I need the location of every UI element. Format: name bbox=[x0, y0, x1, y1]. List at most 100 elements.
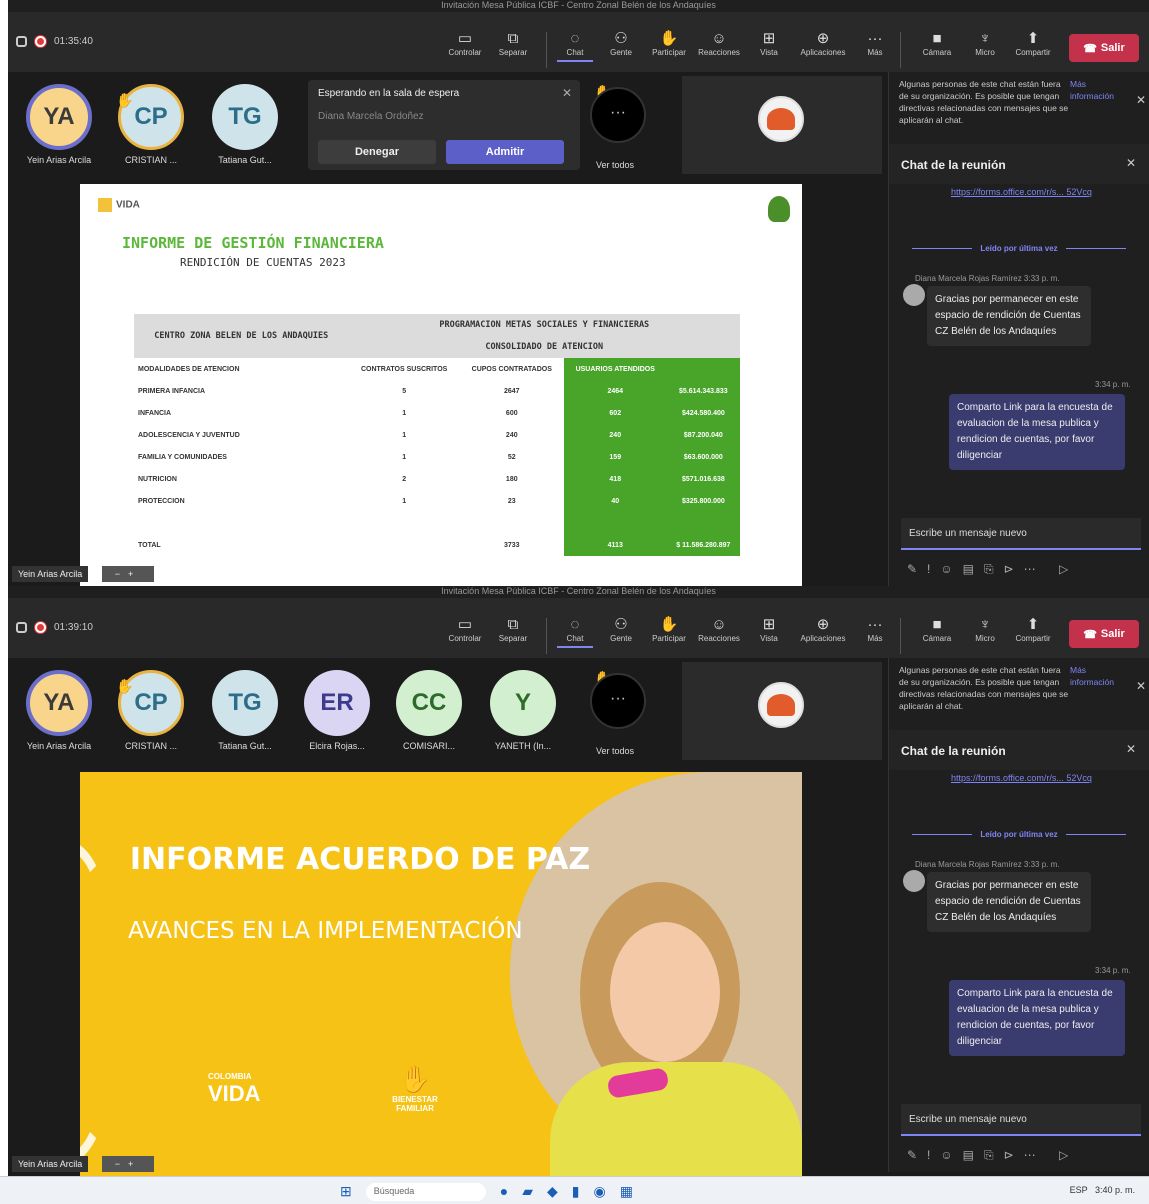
store-icon[interactable]: ◆ bbox=[547, 1183, 558, 1201]
leave-button[interactable]: ☎ Salir bbox=[1069, 620, 1139, 648]
compose-input[interactable]: Escribe un mensaje nuevo bbox=[901, 1104, 1141, 1136]
slide-title: INFORME DE GESTIÓN FINANCIERA bbox=[122, 234, 384, 252]
camera-button[interactable]: ■ Cámara bbox=[912, 30, 962, 57]
participant-strip: YA Yein Arias Arcila CP CRISTIAN ... ✋ T… bbox=[8, 72, 888, 182]
windows-taskbar: ⊞ Búsqueda ● ▰ ◆ ▮ ◉ ▦ ESP 3:40 p. m. bbox=[0, 1176, 1149, 1204]
overflow-participants[interactable]: ··· bbox=[590, 87, 646, 143]
participant-tile[interactable]: TG Tatiana Gut... bbox=[200, 84, 290, 165]
chat-link[interactable]: https://forms.office.com/r/s... 52Vcq bbox=[951, 186, 1092, 198]
raise-hand-button[interactable]: ✋ Participar bbox=[644, 30, 694, 57]
admit-button[interactable]: Admitir bbox=[446, 140, 564, 164]
participant-tile[interactable]: TG Tatiana Gut... bbox=[200, 670, 290, 751]
grid-icon: ⊞ bbox=[762, 30, 776, 47]
camera-off-icon: ■ bbox=[932, 616, 942, 633]
apps-button[interactable]: ⊕ Aplicaciones bbox=[798, 616, 848, 643]
meeting-timer: 01:39:10 bbox=[54, 622, 93, 633]
overflow-participants[interactable]: ··· bbox=[590, 673, 646, 729]
chat-message: Gracias por permanecer en este espacio d… bbox=[927, 286, 1091, 346]
more-info-link[interactable]: Más información bbox=[1070, 664, 1128, 688]
mic-button[interactable]: ♆ Micro bbox=[960, 30, 1010, 57]
view-button[interactable]: ⊞ Vista bbox=[744, 616, 794, 643]
close-icon[interactable]: ✕ bbox=[1126, 156, 1136, 170]
slide-subtitle: RENDICIÓN DE CUENTAS 2023 bbox=[180, 256, 346, 269]
outlook-icon[interactable]: ▦ bbox=[620, 1183, 633, 1201]
screen-icon: ▭ bbox=[457, 616, 473, 633]
mic-button[interactable]: ♆ Micro bbox=[960, 616, 1010, 643]
chat-header: Chat de la reunión ✕ bbox=[889, 144, 1149, 184]
avatar: TG bbox=[212, 84, 278, 150]
popout-icon: ⧉ bbox=[507, 616, 519, 633]
raised-hand-icon: ✋ bbox=[116, 678, 134, 694]
control-button[interactable]: ▭ Controlar bbox=[440, 30, 490, 57]
apps-button[interactable]: ⊕ Aplicaciones bbox=[798, 30, 848, 57]
chat-panel: Algunas personas de este chat están fuer… bbox=[888, 658, 1149, 1172]
close-icon[interactable]: ✕ bbox=[562, 86, 572, 100]
view-button[interactable]: ⊞ Vista bbox=[744, 30, 794, 57]
avatar: ER bbox=[304, 670, 370, 736]
external-notice: Algunas personas de este chat están fuer… bbox=[899, 664, 1146, 711]
teams-icon[interactable]: ● bbox=[500, 1183, 508, 1201]
table-row: TOTAL 3733 4113 $ 11.586.280.897 bbox=[134, 534, 740, 556]
people-icon: ⚇ bbox=[614, 30, 628, 47]
compose-toolbar[interactable]: ✎!☺▤⎘⊳⋯ ▷ bbox=[907, 1148, 1078, 1163]
zoom-controls[interactable]: −+ bbox=[102, 566, 154, 582]
table-row: PRIMERA INFANCIA 5 2647 2464 $5.614.343.833 bbox=[134, 380, 740, 402]
shield-icon bbox=[16, 36, 27, 47]
mic-off-icon: ♆ bbox=[979, 616, 991, 633]
start-icon[interactable]: ⊞ bbox=[340, 1183, 352, 1201]
compose-input[interactable]: Escribe un mensaje nuevo bbox=[901, 518, 1141, 550]
compose-toolbar[interactable]: ✎!☺▤⎘⊳⋯ ▷ bbox=[907, 562, 1078, 577]
people-button[interactable]: ⚇ Gente bbox=[596, 30, 646, 57]
see-all-link[interactable]: Ver todos bbox=[596, 746, 634, 756]
smile-icon: ☺ bbox=[711, 616, 727, 633]
avatar: Y bbox=[490, 670, 556, 736]
last-read-divider: Leído por última vez bbox=[899, 244, 1139, 253]
share-button[interactable]: ⬆ Compartir bbox=[1008, 616, 1058, 643]
close-icon[interactable]: ✕ bbox=[1126, 742, 1136, 756]
close-icon[interactable]: ✕ bbox=[1136, 94, 1146, 106]
table-row: PROTECCION 1 23 40 $325.800.000 bbox=[134, 490, 740, 512]
teams-window-1: Invitación Mesa Pública ICBF - Centro Zo… bbox=[8, 0, 1149, 586]
system-tray: ESP 3:40 p. m. bbox=[1070, 1185, 1135, 1195]
screen-icon: ▭ bbox=[457, 30, 473, 47]
org-logo-tile bbox=[758, 682, 804, 728]
close-icon[interactable]: ✕ bbox=[1136, 680, 1146, 692]
more-button[interactable]: ··· Más bbox=[850, 30, 900, 57]
message-meta: 3:34 p. m. bbox=[1095, 966, 1131, 975]
chat-message: Comparto Link para la encuesta de evalua… bbox=[949, 980, 1125, 1056]
word-icon[interactable]: ▮ bbox=[572, 1183, 580, 1201]
participant-tile[interactable]: Y YANETH (In... bbox=[478, 670, 568, 751]
recording-icon bbox=[35, 622, 46, 633]
popout-button[interactable]: ⧉ Separar bbox=[488, 616, 538, 643]
participant-tile[interactable]: CC COMISARI... bbox=[384, 670, 474, 751]
popout-button[interactable]: ⧉ Separar bbox=[488, 30, 538, 57]
see-all-link[interactable]: Ver todos bbox=[596, 160, 634, 170]
clock[interactable]: 3:40 p. m. bbox=[1095, 1185, 1135, 1195]
raise-hand-button[interactable]: ✋ Participar bbox=[644, 616, 694, 643]
deny-button[interactable]: Denegar bbox=[318, 140, 436, 164]
plus-icon: ⊕ bbox=[816, 616, 830, 633]
chat-button[interactable]: ◌ Chat bbox=[550, 616, 600, 648]
share-button[interactable]: ⬆ Compartir bbox=[1008, 30, 1058, 57]
participant-tile[interactable]: YA Yein Arias Arcila bbox=[14, 670, 104, 751]
reactions-button[interactable]: ☺ Reacciones bbox=[694, 30, 744, 57]
shared-slide: INFORME ACUERDO DE PAZ AVANCES EN LA IMP… bbox=[80, 772, 802, 1176]
chrome-icon[interactable]: ◉ bbox=[593, 1183, 605, 1201]
icbf-logo: ✋ BIENESTAR FAMILIAR bbox=[390, 1064, 440, 1124]
more-button[interactable]: ··· Más bbox=[850, 616, 900, 643]
people-button[interactable]: ⚇ Gente bbox=[596, 616, 646, 643]
leave-button[interactable]: ☎ Salir bbox=[1069, 34, 1139, 62]
participant-tile[interactable]: YA Yein Arias Arcila bbox=[14, 84, 104, 165]
participant-tile[interactable]: ER Elcira Rojas... bbox=[292, 670, 382, 751]
zoom-controls[interactable]: −+ bbox=[102, 1156, 154, 1172]
chat-button[interactable]: ◌ Chat bbox=[550, 30, 600, 62]
reactions-button[interactable]: ☺ Reacciones bbox=[694, 616, 744, 643]
folder-icon[interactable]: ▰ bbox=[522, 1183, 533, 1201]
phone-icon: ☎ bbox=[1083, 42, 1097, 55]
search-input[interactable]: Búsqueda bbox=[365, 1183, 486, 1201]
language-indicator[interactable]: ESP bbox=[1070, 1185, 1088, 1195]
more-info-link[interactable]: Más información bbox=[1070, 78, 1128, 102]
control-button[interactable]: ▭ Controlar bbox=[440, 616, 490, 643]
chat-link[interactable]: https://forms.office.com/r/s... 52Vcq bbox=[951, 772, 1092, 784]
camera-button[interactable]: ■ Cámara bbox=[912, 616, 962, 643]
